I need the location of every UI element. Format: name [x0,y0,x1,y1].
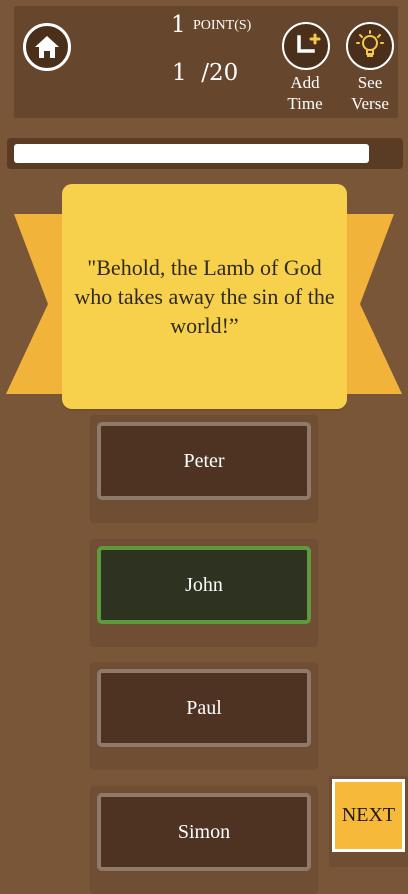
see-verse-label: See Verse [351,73,389,113]
answer-button-simon[interactable]: Simon [97,793,311,871]
home-button[interactable] [23,23,71,71]
add-time-button[interactable] [282,22,330,70]
next-button[interactable]: NEXT [332,779,405,852]
answer-option: Paul [90,662,318,770]
timer-fill [14,144,370,163]
home-icon [35,36,59,58]
question-text: "Behold, the Lamb of God who takes away … [74,255,335,338]
timer-plus-icon [297,33,321,53]
answer-option: John [90,539,318,647]
points-label: POINT(S) [193,18,252,33]
answer-button-john[interactable]: John [97,546,311,624]
lightbulb-icon [356,30,384,57]
see-verse-button[interactable] [346,22,394,70]
timer-bar [7,138,403,169]
add-time-label: Add Time [287,73,323,113]
question-progress: 1 /20 [172,60,239,86]
question-card: "Behold, the Lamb of God who takes away … [62,184,347,409]
points-value: 1 [171,12,186,38]
answer-option: Peter [90,415,318,523]
answer-button-paul[interactable]: Paul [97,669,311,747]
answer-button-peter[interactable]: Peter [97,422,311,500]
next-button-container: NEXT [329,776,408,867]
answer-option: Simon [90,786,318,894]
